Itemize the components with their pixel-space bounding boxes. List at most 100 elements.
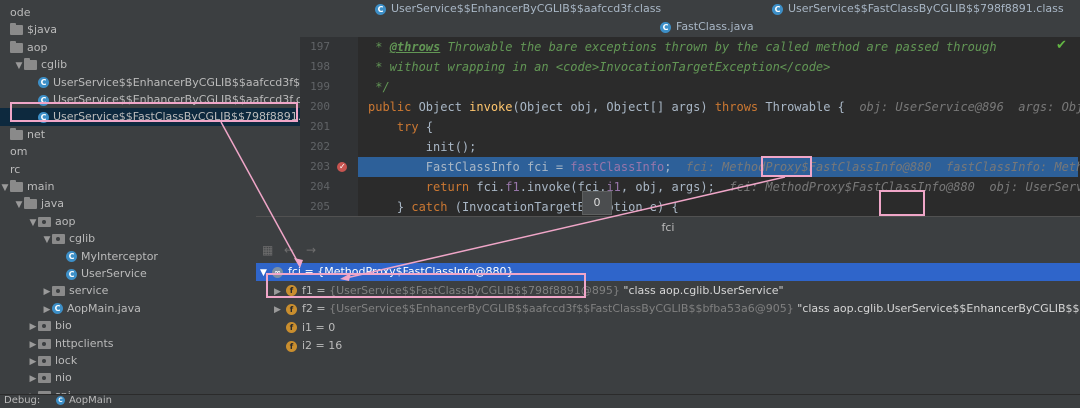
variable-value: {UserService$$EnhancerByCGLIB$$aafccd3f$… — [329, 302, 794, 315]
code-token: } — [368, 200, 412, 214]
variable-row[interactable]: f i1 = 0 — [256, 319, 335, 337]
code-line[interactable]: public Object invoke(Object obj, Object[… — [368, 97, 1080, 117]
code-line[interactable]: FastClassInfo fci = fastClassInfo; fci: … — [368, 157, 1080, 177]
tree-item[interactable]: om — [0, 143, 27, 161]
code-token: Object — [418, 100, 470, 114]
class-icon: C — [66, 251, 77, 263]
class-icon: C — [38, 77, 49, 89]
package-icon — [52, 286, 65, 297]
tree-item-label: bio — [55, 319, 72, 333]
line-number: 203 — [310, 160, 330, 173]
code-line[interactable]: } catch (InvocationTargetException e) { — [368, 197, 679, 217]
chevron-right-icon[interactable]: ▶ — [28, 370, 38, 388]
tree-item[interactable]: net — [0, 126, 45, 144]
chevron-right-icon[interactable]: ▶ — [274, 301, 286, 319]
tree-item[interactable]: ▶ bio — [0, 317, 72, 335]
code-token: (InvocationTargetException e) { — [454, 200, 679, 214]
variable-inspector-popup[interactable]: fci ▦ ← → ▼ ∞ fci = {MethodProxy$FastClass… — [256, 216, 1080, 395]
code-line[interactable]: return fci.f1.invoke(fci.i1, obj, args);… — [368, 177, 1080, 197]
tree-item[interactable]: ▼ main — [0, 178, 54, 196]
popup-toolbar: ▦ ← → — [256, 239, 1080, 261]
code-token: Throwable { — [765, 100, 860, 114]
chevron-down-icon[interactable]: ▼ — [0, 179, 10, 197]
chevron-right-icon[interactable]: ▶ — [42, 283, 52, 301]
line-number: 205 — [310, 200, 330, 213]
folder-icon — [10, 23, 23, 36]
tree-item-label: java — [41, 197, 65, 211]
code-line[interactable]: * without wrapping in an <code>Invocatio… — [368, 57, 830, 77]
forward-arrow-icon[interactable]: → — [306, 243, 316, 257]
chevron-right-icon[interactable]: ▶ — [28, 318, 38, 336]
package-icon — [38, 356, 51, 366]
code-token: obj: UserService@896 args: Object[0] — [859, 100, 1080, 114]
equals-sign: = — [312, 339, 329, 352]
tree-item-label: nio — [55, 371, 72, 385]
chevron-down-icon[interactable]: ▼ — [42, 231, 52, 249]
debug-label: Debug: — [4, 395, 41, 406]
variable-value: 16 — [328, 339, 343, 352]
equals-sign: = — [312, 320, 329, 334]
tree-item[interactable]: ▼ aop — [0, 213, 76, 232]
tab-enhancer-class[interactable]: C UserService$$EnhancerByCGLIB$$aafccd3f.… — [375, 1, 661, 18]
code-line[interactable]: * @throws Throwable the bare exceptions … — [368, 37, 997, 57]
run-config[interactable]: C AopMain — [56, 395, 112, 406]
tree-item-label: MyInterceptor — [81, 249, 158, 263]
tree-item[interactable]: $java — [0, 21, 57, 39]
value-tooltip: 0 — [582, 191, 612, 215]
inspection-ok-icon: ✔ — [1056, 38, 1067, 53]
tree-item[interactable]: C MyInterceptor — [0, 248, 158, 266]
field-icon: f — [286, 322, 297, 333]
line-number: 200 — [310, 100, 330, 113]
breakpoint-check-icon: ✓ — [339, 162, 346, 171]
line-number: 204 — [310, 180, 330, 193]
variable-row[interactable]: ▶ f f2 = {UserService$$EnhancerByCGLIB$$aa… — [256, 300, 1080, 318]
tree-item[interactable]: ▶ nio — [0, 369, 72, 387]
chevron-down-icon[interactable]: ▼ — [14, 57, 24, 75]
settings-icon[interactable]: ▦ — [262, 243, 273, 257]
variable-row[interactable]: f i2 = 16 — [256, 337, 342, 355]
tree-item-label: rc — [10, 162, 21, 176]
tree-item-label: $java — [27, 23, 58, 37]
chevron-right-icon[interactable]: ▶ — [42, 301, 52, 319]
code-token: throws — [714, 100, 766, 114]
variable-value: 0 — [328, 320, 336, 334]
code-token: Throwable the bare exceptions thrown by … — [440, 40, 997, 54]
code-line[interactable]: */ — [368, 77, 389, 97]
chevron-right-icon[interactable]: ▶ — [28, 336, 38, 354]
editor-active-tab-strip: C FastClass.java — [300, 17, 1080, 38]
tree-item[interactable]: ▼ cglib — [0, 230, 96, 249]
tab-fastclass-java[interactable]: C FastClass.java — [660, 19, 754, 36]
tree-item-label: lock — [55, 354, 78, 367]
code-line[interactable]: try { — [368, 117, 433, 137]
tree-item-label: service — [69, 284, 109, 298]
package-icon — [52, 234, 65, 245]
code-token: , obj, args); — [620, 180, 730, 194]
tree-item[interactable]: aop — [0, 39, 47, 57]
tree-item[interactable]: ▶ httpclients — [0, 335, 114, 353]
code-line[interactable]: init(); — [368, 137, 477, 157]
chevron-right-icon[interactable]: ▶ — [28, 353, 38, 371]
tree-item-label: aop — [27, 40, 48, 54]
line-number: 202 — [310, 140, 330, 153]
tree-item-label: AopMain.java — [67, 301, 141, 315]
tree-item[interactable]: C UserService$$EnhancerByCGLIB$$aafccd3f$… — [0, 74, 300, 92]
code-token: FastClassInfo fci = — [368, 160, 571, 174]
tree-item[interactable]: ▶ lock — [0, 352, 78, 371]
tree-item[interactable]: ▼ java — [0, 195, 64, 213]
tab-fastclass-class[interactable]: C UserService$$FastClassByCGLIB$$798f8891… — [772, 1, 1064, 18]
chevron-down-icon[interactable]: ▼ — [28, 214, 38, 232]
chevron-down-icon[interactable]: ▼ — [14, 196, 24, 214]
line-number: 201 — [310, 120, 330, 133]
tree-item[interactable]: C UserService — [0, 265, 147, 283]
code-token: * — [368, 40, 390, 54]
tree-item-label: main — [27, 180, 55, 193]
back-arrow-icon[interactable]: ← — [284, 243, 294, 257]
tree-item[interactable]: rc — [0, 161, 20, 179]
field-icon: f — [286, 340, 297, 352]
tree-item-label: net — [27, 127, 46, 141]
tree-item[interactable]: ▼ cglib — [0, 56, 67, 74]
tree-item[interactable]: ▶ service — [0, 282, 109, 301]
package-icon — [38, 338, 51, 349]
tree-item[interactable]: ▶ C AopMain.java — [0, 300, 141, 318]
tree-item[interactable]: ode — [0, 4, 30, 22]
